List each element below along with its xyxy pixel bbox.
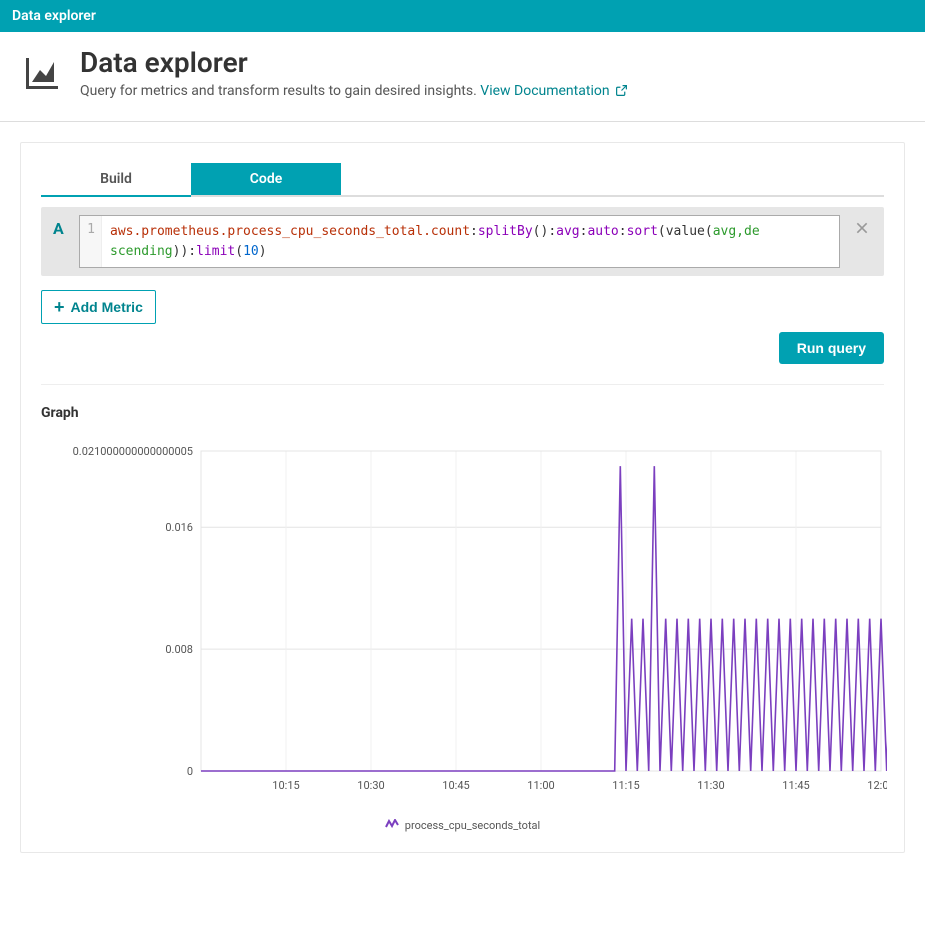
legend-series-label: process_cpu_seconds_total — [405, 819, 540, 832]
content: Build Code A 1 aws.prometheus.process_cp… — [0, 122, 925, 873]
chart: 0 0.008 0.016 0.021000000000000005 10:15 10:3… — [41, 441, 884, 805]
tab-code[interactable]: Code — [191, 163, 341, 195]
svg-text:0.021000000000000005: 0.021000000000000005 — [73, 445, 193, 458]
chart-legend: process_cpu_seconds_total — [41, 819, 884, 832]
external-link-icon — [615, 84, 628, 101]
svg-text:0.008: 0.008 — [165, 643, 193, 656]
graph-label: Graph — [41, 405, 884, 421]
svg-text:0.016: 0.016 — [165, 521, 193, 534]
code-gutter: 1 — [80, 216, 102, 267]
code-editor[interactable]: 1 aws.prometheus.process_cpu_seconds_tot… — [79, 215, 840, 268]
svg-text:10:45: 10:45 — [442, 779, 469, 792]
query-panel: Build Code A 1 aws.prometheus.process_cp… — [20, 142, 905, 853]
page-subtitle: Query for metrics and transform results … — [80, 83, 628, 101]
legend-series-icon — [385, 819, 399, 832]
svg-text:11:00: 11:00 — [527, 779, 554, 792]
add-metric-button[interactable]: + Add Metric — [41, 290, 156, 324]
chart-icon — [20, 52, 64, 96]
view-documentation-link[interactable]: View Documentation — [480, 83, 628, 99]
remove-query-button[interactable] — [852, 215, 872, 243]
page-header: Data explorer Query for metrics and tran… — [0, 32, 925, 122]
svg-text:0: 0 — [187, 765, 193, 778]
plus-icon: + — [54, 298, 65, 316]
query-letter: A — [53, 215, 67, 238]
svg-text:11:45: 11:45 — [782, 779, 809, 792]
breadcrumb-bar: Data explorer — [0, 0, 925, 32]
svg-text:10:15: 10:15 — [272, 779, 299, 792]
divider — [41, 384, 884, 385]
page-title: Data explorer — [80, 46, 628, 79]
svg-text:11:30: 11:30 — [697, 779, 724, 792]
svg-text:10:30: 10:30 — [357, 779, 384, 792]
svg-text:11:15: 11:15 — [612, 779, 639, 792]
query-row: A 1 aws.prometheus.process_cpu_seconds_t… — [41, 207, 884, 276]
code-content[interactable]: aws.prometheus.process_cpu_seconds_total… — [102, 216, 768, 267]
run-query-button[interactable]: Run query — [779, 332, 884, 364]
tabs: Build Code — [41, 163, 884, 197]
tab-build[interactable]: Build — [41, 163, 191, 197]
svg-text:12:00: 12:00 — [867, 779, 887, 792]
breadcrumb-title: Data explorer — [12, 8, 96, 24]
page: Data explorer Query for metrics and tran… — [0, 32, 925, 913]
